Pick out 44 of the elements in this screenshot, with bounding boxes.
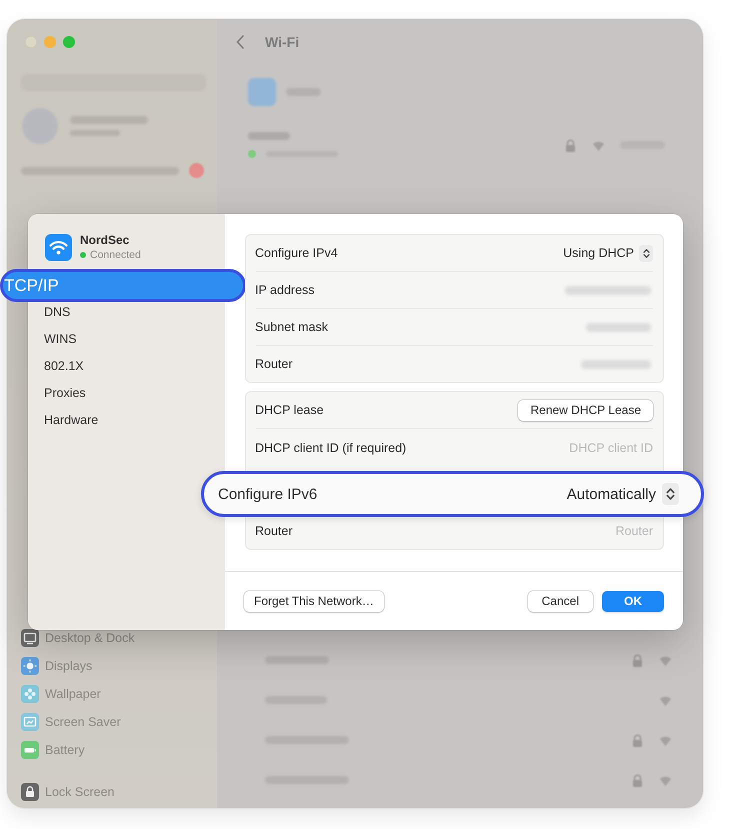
field-label: IP address bbox=[255, 283, 315, 297]
popup-button[interactable]: Automatically bbox=[566, 483, 679, 505]
field-label: DHCP lease bbox=[255, 403, 324, 417]
field-label: Configure IPv6 bbox=[218, 486, 318, 502]
confirm-button[interactable]: OK bbox=[602, 590, 664, 612]
action-button[interactable]: Renew DHCP Lease bbox=[518, 400, 653, 420]
status-text: Connected bbox=[90, 249, 141, 261]
field-label: Subnet mask bbox=[255, 320, 328, 334]
field-label: Router bbox=[255, 524, 293, 538]
lock-icon bbox=[21, 783, 39, 801]
forget-network-button[interactable]: Forget This Network… bbox=[244, 590, 384, 612]
sun-icon bbox=[21, 657, 39, 675]
text-field[interactable]: Router bbox=[543, 522, 653, 540]
cancel-button[interactable]: Cancel bbox=[528, 590, 593, 612]
text-field[interactable]: DHCP client ID bbox=[543, 439, 653, 457]
popup-button[interactable]: Using DHCP bbox=[563, 244, 653, 262]
up-down-chevron-icon bbox=[662, 483, 679, 505]
screen-icon bbox=[21, 713, 39, 731]
lock-icon bbox=[564, 138, 577, 152]
status-dot-icon bbox=[80, 252, 86, 258]
network-name: NordSec bbox=[80, 233, 130, 247]
battery-icon bbox=[21, 741, 39, 759]
sidebar-item[interactable]: Hardware bbox=[44, 407, 98, 434]
blurred-value bbox=[586, 322, 651, 332]
field-label: DHCP client ID (if required) bbox=[255, 441, 406, 455]
sidebar-item[interactable]: Proxies bbox=[44, 380, 86, 407]
blurred-text bbox=[265, 656, 329, 664]
blurred-value bbox=[581, 360, 651, 368]
flower-icon bbox=[21, 685, 39, 703]
sidebar-item[interactable]: WINS bbox=[44, 326, 77, 353]
sidebar-item[interactable]: 802.1X bbox=[44, 353, 84, 380]
field-label: Configure IPv4 bbox=[255, 246, 338, 260]
blurred-text bbox=[248, 132, 290, 140]
window-title: Wi-Fi bbox=[265, 34, 300, 50]
status-dot-icon bbox=[248, 150, 256, 158]
wifi-icon bbox=[45, 234, 72, 260]
field-label: Router bbox=[255, 357, 293, 371]
up-down-chevron-icon bbox=[639, 244, 653, 262]
sidebar-item[interactable]: DNS bbox=[44, 299, 70, 326]
wifi-tile-icon bbox=[248, 78, 276, 106]
notification-badge-icon bbox=[189, 163, 204, 178]
back-chevron-icon[interactable] bbox=[236, 35, 244, 49]
window-zoom-icon[interactable] bbox=[63, 36, 75, 48]
window-minimize-icon[interactable] bbox=[44, 36, 56, 48]
